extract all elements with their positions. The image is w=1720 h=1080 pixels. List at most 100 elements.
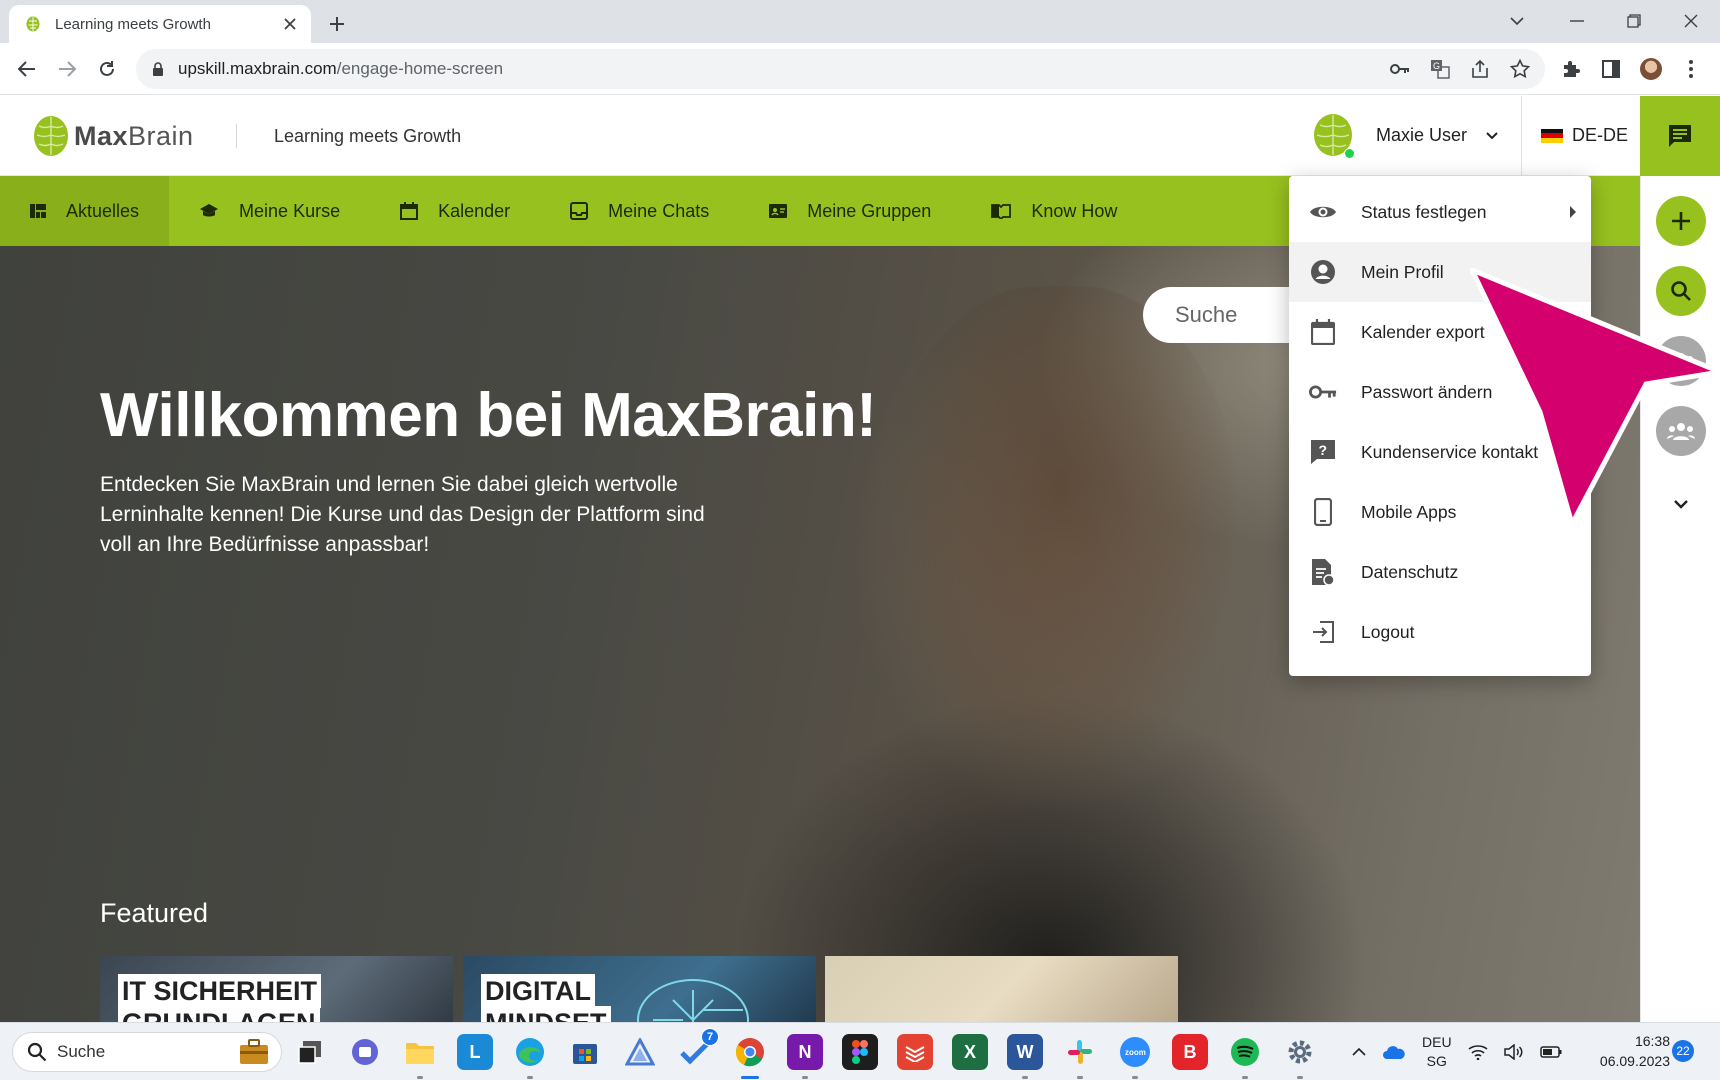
tab-search-chevron-icon[interactable]: [1500, 6, 1534, 36]
volume-icon[interactable]: [1503, 1044, 1524, 1060]
menu-item-kundenservice[interactable]: ? Kundenservice kontakt: [1289, 422, 1591, 482]
nav-item-meine-chats[interactable]: Meine Chats: [540, 176, 739, 246]
menu-item-passwort[interactable]: Passwort ändern: [1289, 362, 1591, 422]
spotify-icon[interactable]: [1227, 1034, 1263, 1079]
word-icon[interactable]: W: [1007, 1034, 1043, 1079]
menu-item-kalender-export[interactable]: Kalender export: [1289, 302, 1591, 362]
excel-icon[interactable]: X: [952, 1034, 988, 1070]
chevron-down-icon: [1486, 132, 1498, 140]
close-icon[interactable]: [279, 13, 301, 35]
edge-browser-icon[interactable]: [512, 1034, 548, 1079]
clock-time: 16:38: [1634, 1033, 1670, 1049]
minimize-icon[interactable]: [1560, 6, 1594, 36]
system-clock[interactable]: 16:38 06.09.2023: [1590, 1031, 1670, 1071]
dashboard-icon: [30, 204, 46, 218]
side-panel-icon[interactable]: [1600, 58, 1622, 80]
zoom-icon[interactable]: zoom: [1117, 1034, 1153, 1079]
more-menu-icon[interactable]: [1680, 58, 1702, 80]
notification-badge[interactable]: 22: [1672, 1040, 1694, 1062]
nav-item-know-how[interactable]: Know How: [961, 176, 1147, 246]
search-button[interactable]: [1656, 266, 1706, 316]
language-selector[interactable]: DE-DE: [1541, 125, 1628, 146]
reload-icon[interactable]: [92, 54, 122, 84]
tray-expand-chevron-icon[interactable]: [1352, 1047, 1366, 1057]
menu-item-logout[interactable]: Logout: [1289, 602, 1591, 662]
card-title: DIGITAL: [481, 974, 595, 1008]
task-view-icon[interactable]: [292, 1034, 328, 1070]
back-arrow-icon[interactable]: [12, 54, 42, 84]
featured-card-team[interactable]: [825, 956, 1178, 1022]
ms-store-icon[interactable]: [567, 1034, 603, 1070]
teams-chat-icon[interactable]: [347, 1034, 383, 1070]
nav-item-aktuelles[interactable]: Aktuelles: [0, 176, 170, 246]
nav-label: Know How: [1031, 200, 1118, 221]
svg-text:zoom: zoom: [1125, 1048, 1146, 1057]
menu-item-mobile-apps[interactable]: Mobile Apps: [1289, 482, 1591, 542]
svg-text:?: ?: [1319, 442, 1328, 458]
group-icon: [1667, 423, 1695, 440]
menu-item-status[interactable]: Status festlegen: [1289, 182, 1591, 242]
chrome-icon[interactable]: [732, 1034, 768, 1079]
lernapp-l-icon[interactable]: L: [457, 1034, 493, 1070]
nav-item-meine-gruppen[interactable]: Meine Gruppen: [739, 176, 961, 246]
browser-toolbar: upskill.maxbrain.com/engage-home-screen …: [0, 43, 1720, 95]
maxbrain-logo[interactable]: MaxBrain: [32, 114, 194, 158]
menu-item-label: Kalender export: [1361, 321, 1485, 342]
group-button-1[interactable]: [1656, 336, 1706, 386]
search-icon: [1671, 281, 1691, 301]
forward-arrow-icon[interactable]: [52, 54, 82, 84]
settings-gear-icon[interactable]: [1282, 1034, 1318, 1079]
book-icon: [991, 204, 1012, 219]
window-close-icon[interactable]: [1674, 6, 1708, 36]
translate-icon[interactable]: G: [1429, 58, 1451, 80]
chat-button[interactable]: [1640, 96, 1720, 176]
key-icon[interactable]: [1389, 58, 1411, 80]
online-status-dot: [1344, 148, 1355, 159]
language-divider: [1521, 96, 1522, 176]
url-host: upskill.maxbrain.com: [178, 59, 337, 78]
bookmark-star-icon[interactable]: [1509, 58, 1531, 80]
logo-text-bold: Max: [74, 120, 129, 151]
user-dropdown-menu: Status festlegen Mein Profil Kalender ex…: [1289, 176, 1591, 676]
todoist-icon[interactable]: [897, 1034, 933, 1070]
featured-card-it-sicherheit[interactable]: IT SICHERHEIT GRUNDLAGEN: [100, 956, 453, 1022]
user-menu-trigger[interactable]: Maxie User: [1312, 112, 1501, 159]
group-button-2[interactable]: [1656, 406, 1706, 456]
affinity-icon[interactable]: [622, 1034, 658, 1070]
chevron-down-icon[interactable]: [1669, 492, 1693, 516]
onedrive-cloud-icon[interactable]: [1382, 1044, 1406, 1060]
browser-tab[interactable]: Learning meets Growth: [9, 5, 311, 43]
bitdefender-b-icon[interactable]: B: [1172, 1034, 1208, 1070]
taskbar-search-input[interactable]: Suche: [12, 1032, 282, 1072]
add-button[interactable]: [1656, 196, 1706, 246]
new-tab-button[interactable]: [322, 9, 352, 39]
menu-item-label: Kundenservice kontakt: [1361, 441, 1539, 462]
svg-text:G: G: [1433, 61, 1440, 71]
restore-icon[interactable]: [1617, 6, 1651, 36]
featured-card-digital-mindset[interactable]: DIGITAL MINDSET: [463, 956, 816, 1022]
contact-card-icon: [769, 204, 788, 218]
slack-icon[interactable]: [1062, 1034, 1098, 1079]
search-placeholder: Suche: [1175, 302, 1238, 327]
extensions-puzzle-icon[interactable]: [1560, 58, 1582, 80]
nav-label: Kalender: [438, 200, 511, 221]
share-icon[interactable]: [1469, 58, 1491, 80]
file-explorer-icon[interactable]: [402, 1034, 438, 1079]
nav-item-meine-kurse[interactable]: Meine Kurse: [169, 176, 370, 246]
browser-profile-avatar[interactable]: [1640, 58, 1662, 80]
menu-item-datenschutz[interactable]: Datenschutz: [1289, 542, 1591, 602]
onenote-icon[interactable]: N: [787, 1034, 823, 1079]
taskbar-search-label: Suche: [57, 1042, 106, 1061]
menu-item-label: Passwort ändern: [1361, 381, 1493, 402]
wifi-icon[interactable]: [1468, 1044, 1488, 1060]
figma-icon[interactable]: [842, 1034, 878, 1070]
nav-item-kalender[interactable]: Kalender: [370, 176, 540, 246]
briefcase-icon: [240, 1039, 268, 1064]
input-language-indicator[interactable]: DEU SG: [1422, 1033, 1452, 1071]
todo-check-icon[interactable]: 7: [677, 1028, 719, 1070]
battery-icon[interactable]: [1539, 1046, 1562, 1058]
inbox-icon: [570, 202, 589, 220]
chat-bubble-icon: [1669, 125, 1691, 147]
menu-item-mein-profil[interactable]: Mein Profil: [1289, 242, 1591, 302]
address-bar[interactable]: upskill.maxbrain.com/engage-home-screen …: [136, 49, 1545, 89]
